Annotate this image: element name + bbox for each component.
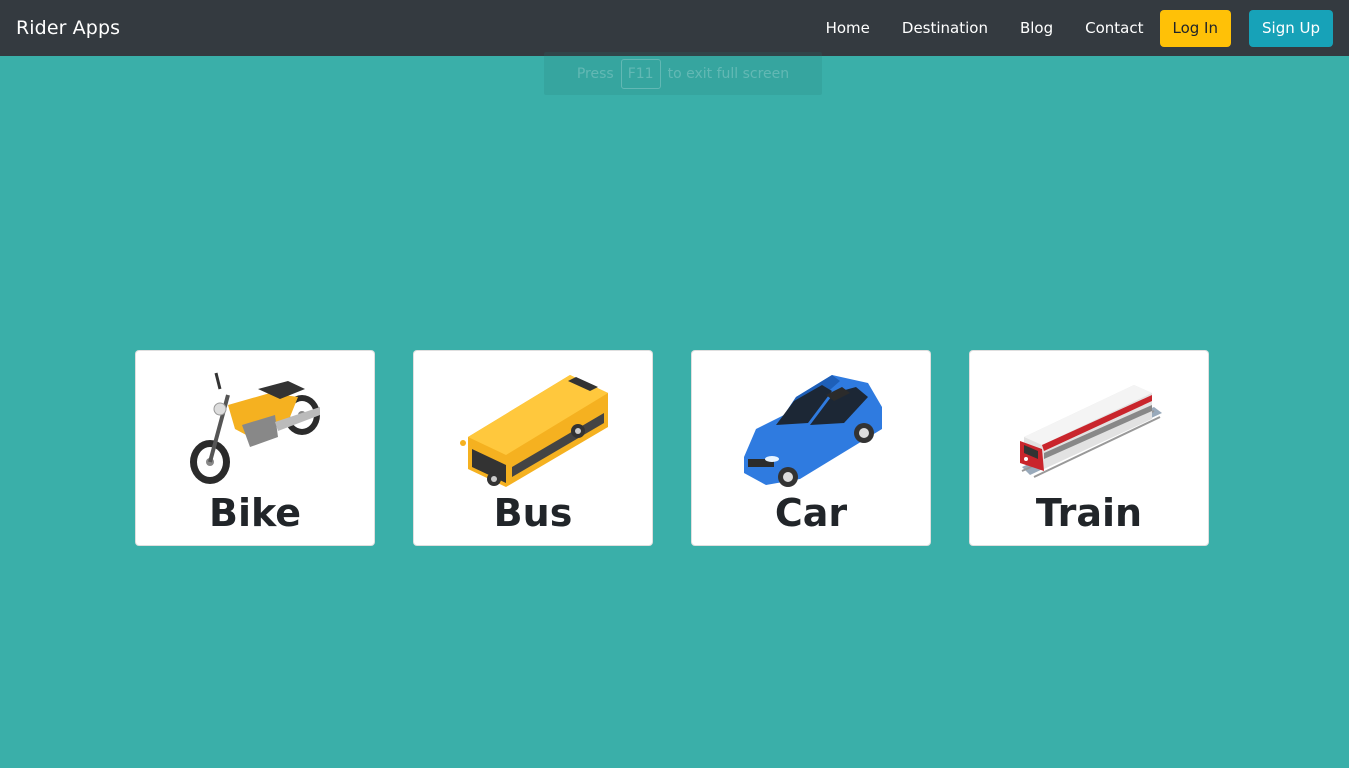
card-title-bike: Bike — [208, 491, 301, 535]
signup-button[interactable]: Sign Up — [1249, 9, 1333, 47]
card-title-car: Car — [774, 491, 848, 535]
nav-menu: Home Destination Blog Contact Log In Sig… — [826, 9, 1333, 47]
train-icon — [1020, 385, 1162, 478]
card-car[interactable]: Car — [691, 350, 931, 546]
nav-link-destination[interactable]: Destination — [902, 19, 988, 37]
card-title-train: Train — [1035, 491, 1143, 535]
fullscreen-hint-suffix: to exit full screen — [667, 65, 790, 82]
navbar: Rider Apps Home Destination Blog Contact… — [0, 0, 1349, 56]
card-bus[interactable]: Bus — [413, 350, 653, 546]
brand-link[interactable]: Rider Apps — [16, 17, 120, 39]
bus-icon — [460, 375, 608, 487]
vehicle-cards: Bike Bus Car Train — [135, 350, 1209, 546]
nav-link-contact[interactable]: Contact — [1085, 19, 1143, 37]
login-button[interactable]: Log In — [1159, 9, 1231, 47]
car-icon — [744, 375, 882, 487]
card-bike[interactable]: Bike — [135, 350, 375, 546]
fullscreen-hint-key: F11 — [620, 58, 661, 89]
fullscreen-hint-prefix: Press — [576, 65, 614, 82]
card-title-bus: Bus — [493, 491, 573, 535]
nav-link-home[interactable]: Home — [826, 19, 870, 37]
card-train[interactable]: Train — [969, 350, 1209, 546]
nav-link-blog[interactable]: Blog — [1020, 19, 1053, 37]
motorbike-icon — [190, 372, 320, 484]
fullscreen-hint: Press F11 to exit full screen — [544, 52, 822, 95]
